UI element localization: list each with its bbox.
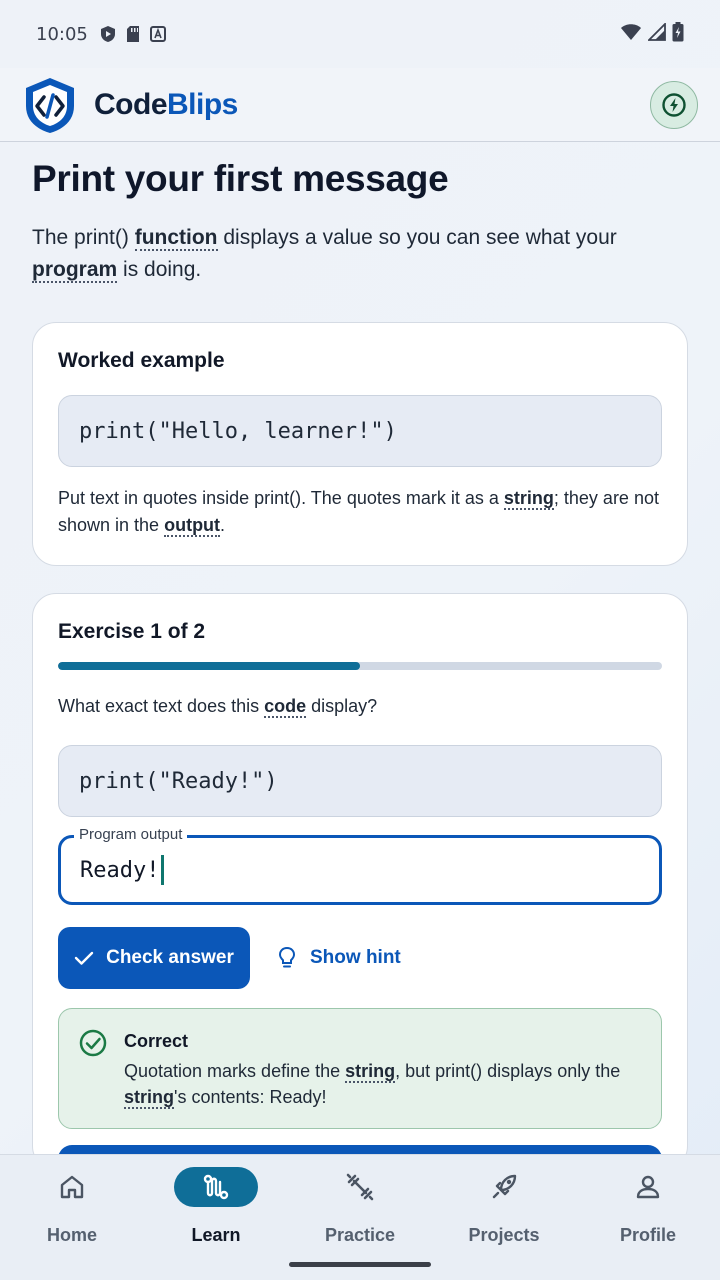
nav-item-projects[interactable]: Projects [432,1155,576,1280]
exercise-progress-bar [58,662,662,670]
page-title: Print your first message [32,158,449,199]
glossary-term-string[interactable]: string [124,1087,175,1109]
exercise-title: Exercise 1 of 2 [58,620,206,643]
check-answer-button[interactable]: Check answer [58,927,250,989]
status-bar: 10:05 [0,0,720,68]
feedback-correct: Correct Quotation marks define the strin… [58,1008,662,1129]
check-circle-icon [79,1027,107,1110]
check-icon [74,951,94,965]
show-hint-button[interactable]: Show hint [278,946,401,970]
nav-label: Projects [468,1225,540,1245]
glossary-term-program[interactable]: program [32,258,118,283]
progress-fill [58,662,360,670]
worked-example-note: Put text in quotes inside print(). The q… [58,488,659,537]
nav-item-learn[interactable]: Learn [144,1155,288,1280]
person-icon [636,1175,660,1199]
text-cursor [161,855,165,885]
battery-icon [672,21,684,47]
lesson-intro: The print() function displays a value so… [32,226,617,283]
nav-label: Home [46,1225,97,1245]
status-time: 10:05 [36,23,88,45]
lesson-content: Print your first message The print() fun… [32,142,688,1170]
worked-example-heading: Worked example [58,349,225,372]
nav-item-profile[interactable]: Profile [576,1155,720,1280]
home-indicator[interactable] [289,1262,431,1267]
sd-card-icon [126,25,140,43]
nav-label: Profile [619,1225,676,1245]
shield-play-icon [100,25,116,43]
glossary-term-output[interactable]: output [164,515,221,537]
power-button[interactable] [650,80,698,129]
glossary-term-code[interactable]: code [264,696,307,718]
nav-item-home[interactable]: Home [0,1155,144,1280]
lightbulb-icon [278,946,296,968]
program-output-input[interactable]: Ready! [58,835,662,905]
exercise-card: Exercise 1 of 2 What exact text does thi… [32,593,688,1170]
route-icon [203,1174,229,1200]
home-icon [60,1175,84,1199]
exercise-code: print("Ready!") [58,745,662,817]
app-name: CodeBlips [94,87,238,121]
nav-label: Learn [191,1225,241,1245]
signal-icon [646,21,666,46]
worked-example-code: print("Hello, learner!") [58,395,662,467]
glossary-term-function[interactable]: function [134,226,218,251]
glossary-term-string[interactable]: string [345,1061,396,1083]
nav-label: Practice [324,1225,396,1245]
exercise-question: What exact text does this code display? [58,696,378,718]
feedback-text: Quotation marks define the string, but p… [124,1061,621,1109]
program-output-field[interactable]: Program output Ready! [58,826,662,905]
app-bar: CodeBlips [0,68,720,142]
dumbbell-icon [346,1173,374,1201]
font-a-icon [149,26,166,42]
bolt-circle-icon [662,92,686,117]
worked-example-card: Worked example print("Hello, learner!") … [32,322,688,566]
code-logo-icon[interactable] [22,75,78,135]
wifi-icon [620,23,642,46]
rocket-icon [492,1174,517,1199]
program-output-label: Program output [74,826,188,844]
exercise-actions: Check answer Show hint [58,927,662,989]
glossary-term-string[interactable]: string [503,488,554,510]
feedback-title: Correct [124,1031,189,1051]
